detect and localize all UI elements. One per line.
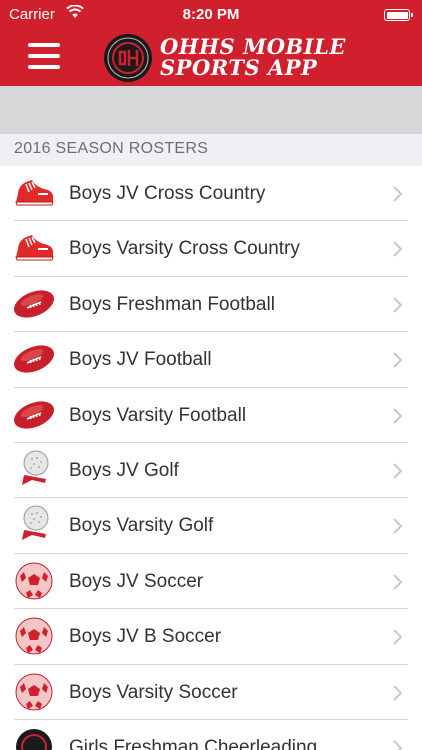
roster-row[interactable]: Boys JV Golf: [0, 442, 422, 499]
chevron-right-icon: [393, 629, 403, 645]
chevron-right-icon: [393, 574, 403, 590]
chevron-right-icon: [393, 740, 403, 750]
roster-row-label: Boys Varsity Soccer: [69, 681, 238, 703]
roster-row[interactable]: Boys Freshman Football: [0, 276, 422, 333]
roster-row[interactable]: Boys JV Soccer: [0, 553, 422, 610]
chevron-right-icon: [393, 684, 403, 701]
running-shoe-icon: [12, 227, 56, 269]
soccer-ball-icon: [12, 671, 56, 713]
roster-row[interactable]: Boys Varsity Golf: [0, 498, 422, 555]
roster-row-label: Boys Freshman Football: [69, 293, 275, 315]
app-title: OHHS MOBILE SPORTS APP: [160, 36, 346, 78]
roster-row[interactable]: Boys Varsity Football: [0, 387, 422, 444]
school-seal-logo: [104, 34, 152, 82]
roster-row-label: Girls Freshman Cheerleading: [69, 736, 318, 750]
roster-row-label: Boys JV Football: [69, 349, 212, 371]
chevron-right-icon: [393, 463, 403, 479]
chevron-right-icon: [393, 518, 403, 535]
roster-row-label: Boys JV Cross Country: [69, 183, 266, 204]
chevron-right-icon: [393, 297, 403, 313]
chevron-right-icon: [393, 352, 403, 368]
clock: 8:20 PM: [182, 6, 240, 23]
roster-row-label: Boys Varsity Football: [69, 404, 247, 426]
roster-row-label: Boys JV Soccer: [69, 570, 204, 592]
app-title-line1: OHHS MOBILE: [160, 34, 346, 59]
roster-row[interactable]: Boys Varsity Cross Country: [0, 221, 422, 278]
soccer-ball-icon: [12, 560, 56, 602]
battery-icon: [384, 9, 413, 21]
status-bar: Carrier 8:20 PM: [0, 0, 422, 30]
roster-row-label: Boys Varsity Golf: [69, 515, 214, 537]
football-icon: [12, 283, 56, 325]
roster-row-label: Boys Varsity Cross Country: [69, 238, 300, 260]
app-title-line2: SPORTS APP: [160, 55, 318, 80]
golf-ball-tee-icon: [12, 449, 56, 491]
chevron-right-icon: [393, 241, 403, 258]
roster-row[interactable]: Boys JV B Soccer: [0, 609, 422, 665]
banner-area: [0, 86, 422, 134]
running-shoe-icon: [12, 172, 56, 214]
chevron-right-icon: [393, 186, 403, 202]
football-icon: [12, 394, 56, 436]
roster-row[interactable]: Girls Freshman Cheerleading: [0, 719, 422, 750]
roster-list: Boys JV Cross Country Boys Varsity Cross …: [0, 166, 422, 750]
roster-row-label: Boys JV B Soccer: [69, 626, 222, 648]
roster-row[interactable]: Boys Varsity Soccer: [0, 664, 422, 721]
soccer-ball-icon: [12, 615, 56, 657]
hamburger-menu-icon[interactable]: [28, 43, 60, 71]
roster-row-label: Boys JV Golf: [69, 459, 179, 481]
roster-row[interactable]: Boys JV Cross Country: [0, 166, 422, 222]
golf-ball-tee-icon: [12, 504, 56, 546]
football-icon: [12, 338, 56, 380]
nav-bar: OHHS MOBILE SPORTS APP: [0, 30, 422, 86]
school-seal-icon: [12, 726, 56, 750]
roster-row[interactable]: Boys JV Football: [0, 332, 422, 388]
chevron-right-icon: [393, 407, 403, 424]
section-header: 2016 SEASON ROSTERS: [0, 134, 422, 166]
